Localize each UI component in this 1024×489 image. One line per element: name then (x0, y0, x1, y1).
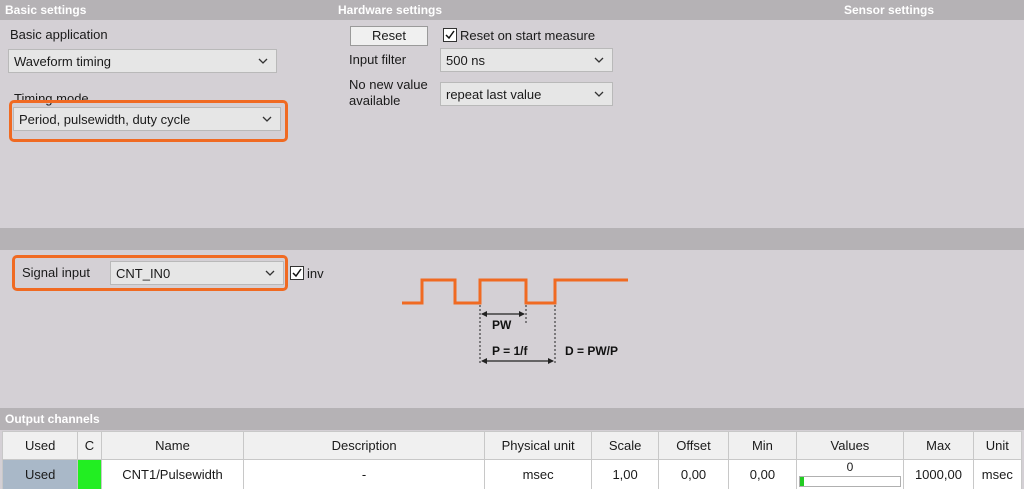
min-cell[interactable]: 0,00 (728, 459, 797, 489)
no-new-value-label-line2: available (349, 93, 401, 108)
settings-panel: Basic application Waveform timing Timing… (0, 20, 1024, 228)
description-cell[interactable]: - (243, 459, 485, 489)
reset-on-start-label: Reset on start measure (460, 28, 596, 43)
pw-arrow-head-right (519, 311, 525, 317)
basic-application-value: Waveform timing (14, 54, 112, 69)
chevron-down-icon (594, 57, 604, 63)
output-channels-header: Output channels (5, 412, 100, 426)
col-scale[interactable]: Scale (591, 431, 659, 460)
used-cell[interactable]: Used (1, 459, 79, 489)
no-new-value-label-line1: No new value (349, 77, 428, 92)
no-new-value-value: repeat last value (446, 87, 542, 102)
col-color[interactable]: C (77, 431, 102, 460)
table-row[interactable]: Used CNT1/Pulsewidth - msec 1,00 0,00 0,… (1, 459, 1023, 489)
offset-cell[interactable]: 0,00 (657, 459, 730, 489)
timing-mode-highlight (9, 100, 288, 142)
checkmark-icon (445, 30, 455, 40)
inv-label: inv (307, 266, 324, 281)
value-bar-fill (799, 477, 804, 486)
duty-label: D = PW/P (565, 344, 618, 358)
col-name[interactable]: Name (100, 431, 245, 460)
inv-checkbox[interactable] (290, 266, 304, 280)
chevron-down-icon (594, 91, 604, 97)
unit-cell[interactable]: msec (972, 459, 1023, 489)
hardware-settings-header: Hardware settings (338, 3, 443, 17)
chevron-down-icon (258, 58, 268, 64)
reset-button[interactable]: Reset (350, 26, 428, 46)
period-label: P = 1/f (492, 344, 528, 358)
pw-arrow-head-left (481, 311, 487, 317)
input-filter-label: Input filter (349, 52, 407, 67)
col-physical-unit[interactable]: Physical unit (483, 431, 593, 460)
signal-panel: Signal input CNT_IN0 inv PW P = 1/f D = … (0, 250, 1024, 408)
output-channels-table: Used C Name Description Physical unit Sc… (1, 431, 1023, 489)
input-filter-dropdown[interactable]: 500 ns (440, 48, 613, 72)
basic-settings-header: Basic settings (5, 3, 87, 17)
basic-application-dropdown[interactable]: Waveform timing (8, 49, 277, 73)
col-used[interactable]: Used (1, 431, 79, 460)
value-bar-track (798, 476, 902, 487)
pw-label: PW (492, 318, 512, 332)
sensor-settings-header: Sensor settings (844, 3, 935, 17)
channel-name-cell[interactable]: CNT1/Pulsewidth (100, 459, 245, 489)
col-max[interactable]: Max (903, 431, 974, 460)
checkmark-icon (292, 268, 302, 278)
col-unit[interactable]: Unit (972, 431, 1023, 460)
signal-input-highlight (12, 255, 288, 291)
scale-cell[interactable]: 1,00 (591, 459, 659, 489)
reset-on-start-checkbox[interactable] (443, 28, 457, 42)
output-channels-header-bar: Output channels (0, 408, 1024, 430)
waveform-signal (402, 278, 628, 305)
col-description[interactable]: Description (243, 431, 485, 460)
col-min[interactable]: Min (728, 431, 797, 460)
col-values[interactable]: Values (795, 431, 905, 460)
panel-separator (0, 228, 1024, 250)
period-arrow-head-right (548, 358, 554, 364)
basic-application-label: Basic application (10, 27, 108, 42)
channel-color-cell[interactable] (77, 459, 102, 489)
waveform-diagram: PW P = 1/f D = PW/P (402, 278, 628, 364)
value-text: 0 (846, 460, 854, 474)
period-arrow-head-left (481, 358, 487, 364)
table-header-row: Used C Name Description Physical unit Sc… (1, 431, 1023, 460)
input-filter-value: 500 ns (446, 53, 486, 68)
col-offset[interactable]: Offset (657, 431, 730, 460)
settings-header-bar: Basic settings Hardware settings Sensor … (0, 0, 1024, 20)
max-cell[interactable]: 1000,00 (903, 459, 974, 489)
values-cell: 0 (795, 459, 905, 489)
no-new-value-dropdown[interactable]: repeat last value (440, 82, 613, 106)
physical-unit-cell[interactable]: msec (483, 459, 593, 489)
